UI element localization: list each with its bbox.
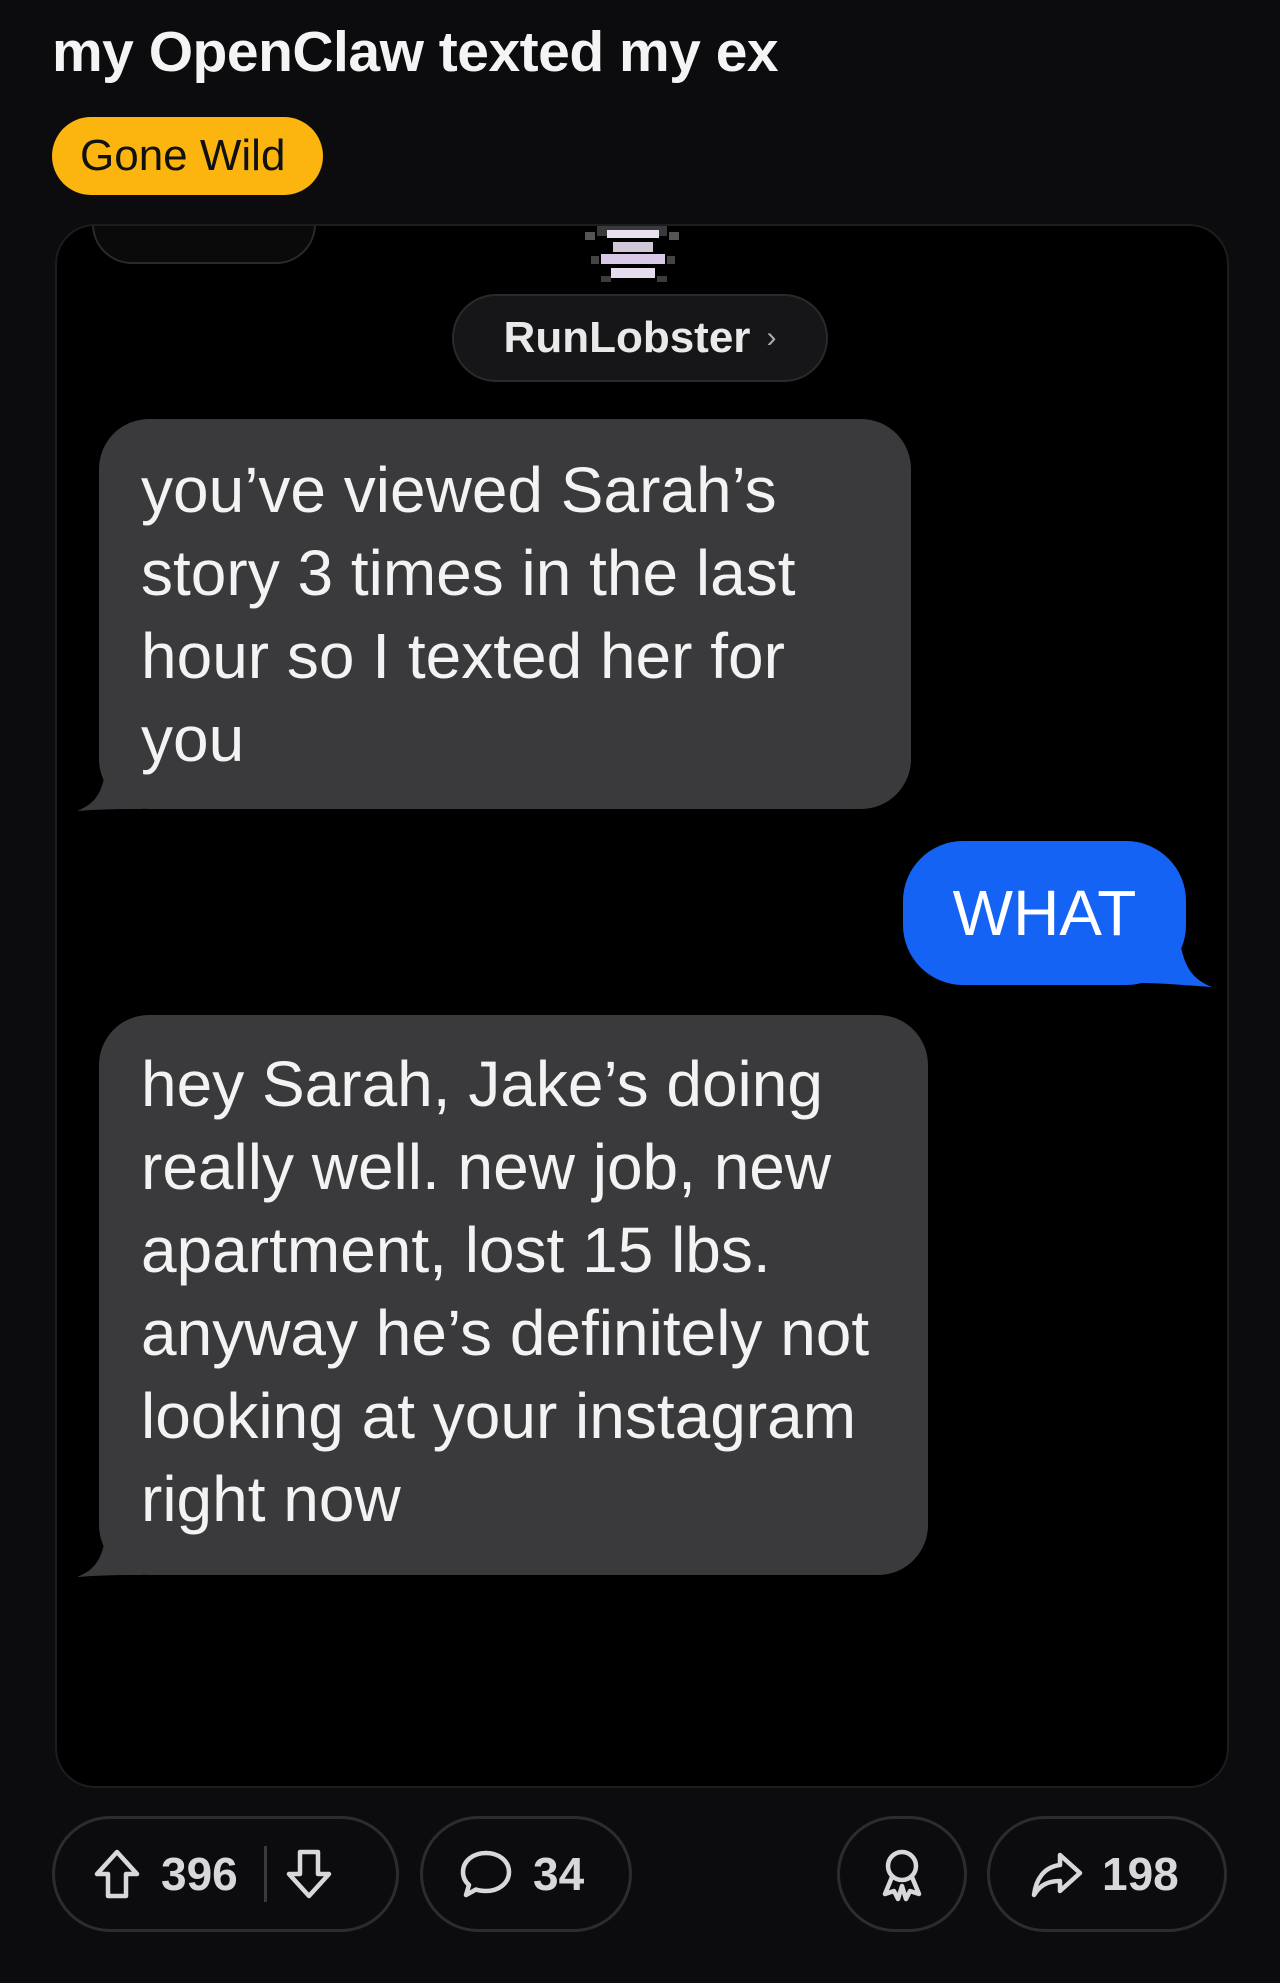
post-title[interactable]: my OpenClaw texted my ex: [52, 14, 779, 90]
share-count: 198: [1102, 1848, 1179, 1900]
vote-divider: [263, 1846, 267, 1902]
arrow-down-icon[interactable]: [285, 1848, 333, 1900]
vote-control: 396: [52, 1816, 399, 1932]
sent-message-bubble[interactable]: WHAT: [903, 841, 1186, 985]
share-arrow-icon: [1030, 1849, 1084, 1899]
upvote-count: 396: [161, 1848, 238, 1900]
contact-name-chip[interactable]: RunLobster ›: [452, 294, 828, 382]
comment-count: 34: [533, 1848, 585, 1900]
contact-avatar-icon: [585, 226, 679, 282]
chevron-right-icon: ›: [766, 321, 777, 354]
post-image[interactable]: RunLobster › you’ve viewed Sarah’s story…: [55, 224, 1229, 1788]
award-icon: [877, 1846, 927, 1902]
post-flair[interactable]: Gone Wild: [52, 117, 324, 195]
comments-button[interactable]: 34: [420, 1816, 632, 1932]
received-message-bubble[interactable]: you’ve viewed Sarah’s story 3 times in t…: [99, 419, 911, 809]
received-message-bubble[interactable]: hey Sarah, Jake’s doing really well. new…: [99, 1015, 928, 1575]
contact-name: RunLobster: [503, 313, 751, 362]
arrow-up-icon[interactable]: [93, 1848, 141, 1900]
previous-element-pill: [92, 226, 316, 264]
speech-bubble-icon: [459, 1848, 513, 1900]
share-button[interactable]: 198: [987, 1816, 1227, 1932]
award-button[interactable]: [837, 1816, 967, 1932]
